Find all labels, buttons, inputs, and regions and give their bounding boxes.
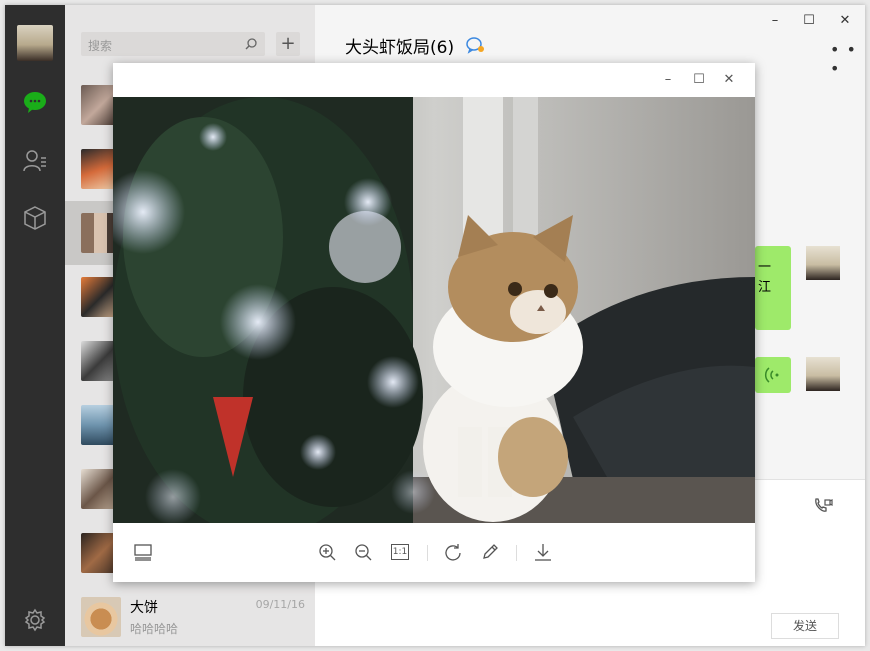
settings-icon[interactable] (22, 607, 48, 633)
wechat-window: 搜索 + 大饼 09/11/16 哈哈哈哈 – ☐ ✕ 大头虾饭局(6) • •… (5, 5, 865, 646)
voice-message-bubble[interactable] (755, 357, 791, 393)
download-icon[interactable] (533, 542, 553, 562)
cat-photo[interactable] (113, 97, 755, 523)
search-icon (245, 38, 257, 50)
toolbar-divider (427, 545, 428, 561)
message-bubble[interactable]: 一 江 (755, 246, 791, 330)
viewer-close-button[interactable]: ✕ (719, 72, 739, 87)
contact-name: 大饼 (130, 600, 158, 616)
zoom-in-icon[interactable] (317, 542, 337, 562)
zoom-out-icon[interactable] (353, 542, 373, 562)
chat-icon[interactable] (22, 89, 48, 115)
sender-avatar[interactable] (806, 246, 840, 280)
thumbnails-icon[interactable] (133, 542, 153, 562)
search-placeholder: 搜索 (88, 39, 113, 53)
avatar (81, 597, 121, 637)
maximize-button[interactable]: ☐ (799, 13, 819, 28)
add-chat-button[interactable]: + (276, 32, 300, 56)
message-text: 一 江 (758, 260, 772, 295)
sender-avatar[interactable] (806, 357, 840, 391)
contact-preview: 哈哈哈哈 (130, 622, 179, 636)
voice-icon (764, 367, 779, 383)
search-box[interactable]: 搜索 (81, 32, 265, 56)
viewer-toolbar: 1:1 (113, 523, 755, 582)
call-icon[interactable] (813, 496, 833, 516)
viewer-maximize-button[interactable]: ☐ (689, 72, 709, 87)
edit-icon[interactable] (480, 542, 500, 562)
actual-size-button[interactable]: 1:1 (391, 544, 409, 560)
viewer-minimize-button[interactable]: – (658, 72, 678, 87)
group-chat-icon[interactable] (465, 36, 485, 54)
image-viewer-window: – ☐ ✕ 1:1 (113, 63, 755, 582)
minimize-button[interactable]: – (765, 13, 785, 28)
more-options-button[interactable]: • • • (830, 40, 865, 78)
rotate-icon[interactable] (443, 542, 463, 562)
send-button[interactable]: 发送 (771, 613, 839, 639)
list-item[interactable]: 大饼 09/11/16 哈哈哈哈 (65, 585, 315, 646)
my-avatar[interactable] (17, 25, 53, 61)
chat-title: 大头虾饭局(6) (345, 38, 455, 58)
close-button[interactable]: ✕ (835, 13, 855, 28)
nav-rail (5, 5, 65, 646)
contacts-icon[interactable] (22, 148, 48, 174)
contact-time: 09/11/16 (255, 598, 305, 611)
toolbar-divider (516, 545, 517, 561)
favorites-icon[interactable] (22, 205, 48, 231)
cat-photo-illustration (113, 97, 755, 523)
